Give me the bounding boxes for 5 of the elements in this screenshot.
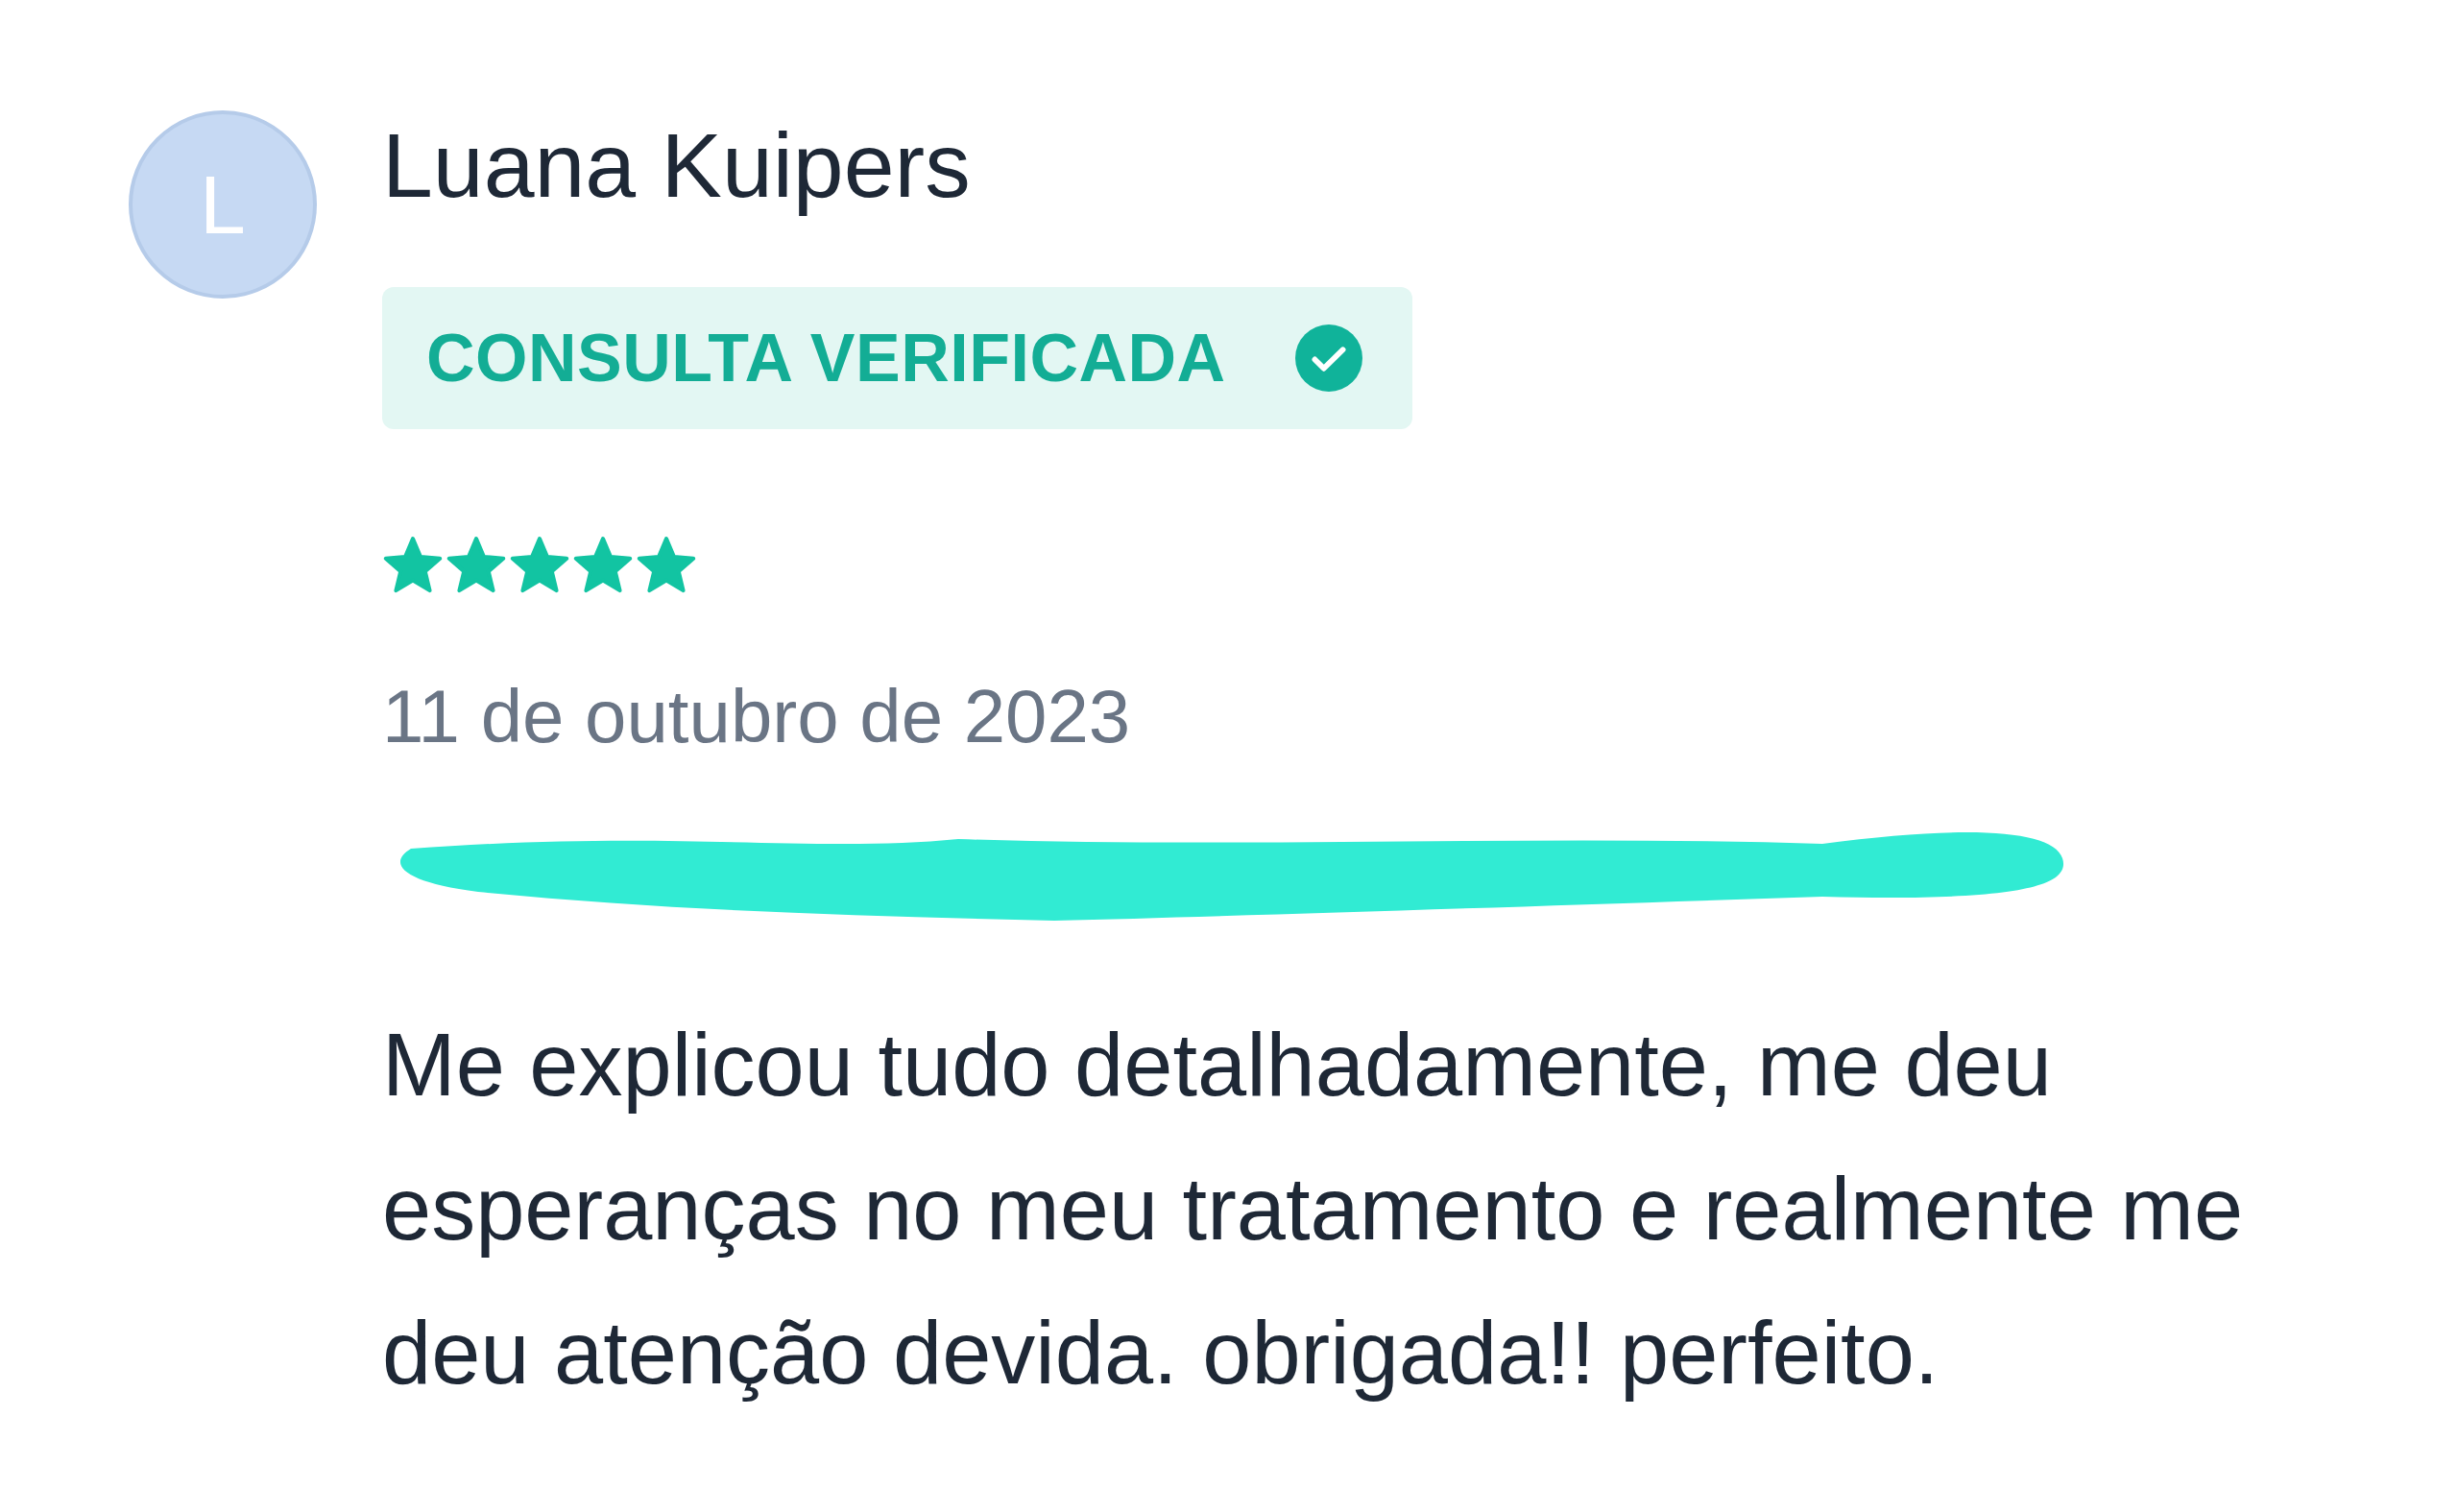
badge-label: CONSULTA VERIFICADA (426, 320, 1226, 396)
avatar: L (129, 110, 317, 299)
review-date: 11 de outubro de 2023 (382, 673, 1131, 760)
review-text: Me explicou tudo detalhadamente, me deu esperanças no meu tratamento e realmente me deu atenção devida. obrigada!! perfeito. (382, 1015, 2245, 1404)
author-name: Luana Kuipers (382, 113, 971, 218)
